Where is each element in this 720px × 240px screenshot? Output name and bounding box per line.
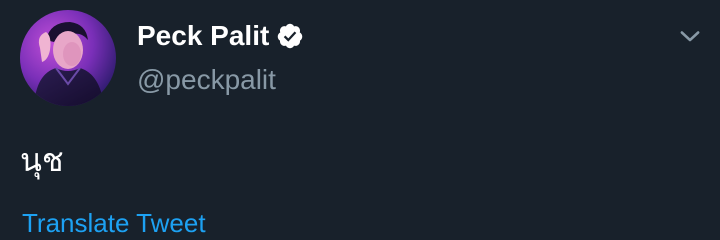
chevron-down-icon[interactable] <box>676 22 704 50</box>
tweet-card: Peck Palit @peckpalit นุช Translate Twee… <box>0 0 720 240</box>
avatar[interactable] <box>20 10 116 106</box>
verified-badge-icon <box>276 22 304 50</box>
user-handle[interactable]: @peckpalit <box>137 64 276 96</box>
display-name: Peck Palit <box>137 20 270 51</box>
avatar-image <box>20 10 116 106</box>
translate-tweet-link[interactable]: Translate Tweet <box>22 208 206 239</box>
tweet-text: นุช <box>20 141 64 179</box>
display-name-row[interactable]: Peck Palit <box>137 18 304 54</box>
